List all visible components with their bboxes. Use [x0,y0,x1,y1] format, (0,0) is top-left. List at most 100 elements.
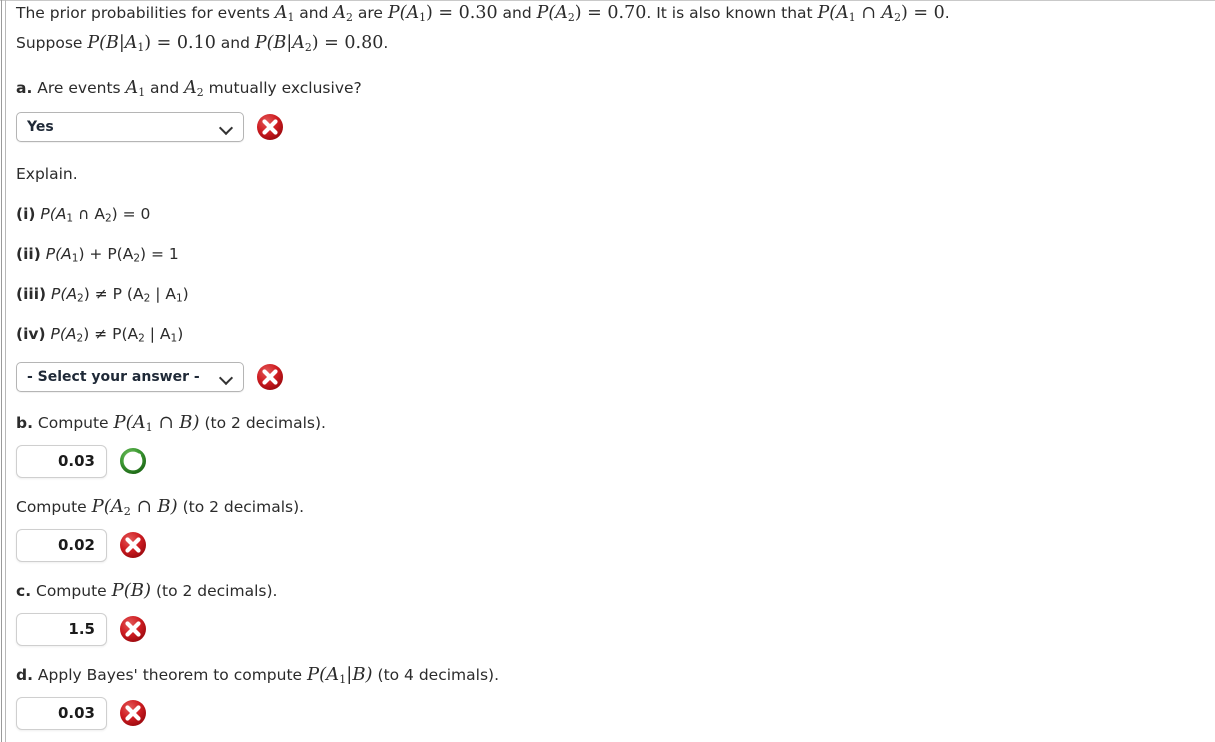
part-a-text: and [145,79,185,97]
math-a2-sub: 2 [346,11,353,25]
math-pba2-sub: 2 [304,41,312,55]
explain-option-i: (i) P(A1 ∩ A2) = 0 [16,204,1206,224]
incorrect-icon [257,114,283,140]
part-d-label: d. [16,666,33,684]
math-pa2-sub: 2 [567,11,575,25]
left-rail-outer [1,0,2,742]
math-expr-sub: 1 [145,421,153,435]
part-c-question: c. Compute P(B) (to 2 decimals). [16,581,1206,601]
problem-statement-line-1: The prior probabilities for events A 1 an… [16,0,1206,28]
stem-text: and [215,34,255,52]
explain-heading: Explain. [16,165,78,183]
explain-answer-row: - Select your answer - [16,360,1206,394]
explain-option-iii: (iii) P(A2) ≠ P (A2 | A1) [16,284,1206,304]
part-b-label: b. [16,414,33,432]
part-b2-text: (to 2 decimals). [177,498,305,516]
part-a-text: Are events [32,79,126,97]
math-inter-value: ) = 0 [901,3,945,23]
option-math-mid: ) ≠ P(A [83,325,139,343]
part-b2-answer-row [16,528,1206,562]
part-b-question: b. Compute P(A1 ∩ B) (to 2 decimals). [16,412,1206,435]
math-pa2: P(A [536,3,568,23]
option-math-tail: | A [150,285,176,303]
option-math-mid: ) + P(A [78,245,134,263]
part-b2-question: Compute P(A2 ∩ B) (to 2 decimals). [16,496,1206,519]
math-expr-tail: ∩ B) [152,412,200,433]
math-pa1: P(A [387,3,420,23]
stem-text: . [944,4,950,22]
part-a-select[interactable]: Yes [16,112,244,142]
math-a2: A [333,3,347,23]
problem-page: The prior probabilities for events A 1 an… [0,0,1215,742]
option-math-mid: ) ≠ P (A [83,285,144,303]
math-a2-sub: 2 [196,86,204,100]
incorrect-icon [257,364,283,390]
incorrect-icon [120,616,146,642]
math-inter-sub2: 2 [894,11,902,25]
correct-icon [120,448,146,474]
option-math: P(A [51,285,78,303]
part-a-label: a. [16,79,33,97]
part-c-label: c. [16,582,32,600]
math-pba1: P(B|A [87,33,138,53]
math-pba2-value: ) = 0.80 [311,33,384,53]
math-expr-tail: ∩ B) [130,496,178,517]
explain-option-iv: (iv) P(A2) ≠ P(A2 | A1) [16,324,1206,344]
part-c-text: Compute [31,582,112,600]
part-b-text: Compute [32,414,114,432]
chevron-down-icon [220,371,233,384]
problem-statement-line-2: Suppose P(B|A1) = 0.10 and P(B|A2) = 0.8… [16,28,1206,58]
math-expr: P(A [307,664,340,685]
math-expr: P(B) [111,580,152,601]
part-c-answer-input[interactable] [16,612,107,646]
option-math: P(A [45,245,72,263]
stem-text: Suppose [16,34,88,52]
left-rail-inner [5,0,6,742]
part-b-text: (to 2 decimals). [199,414,326,432]
math-pa1-sub: 1 [419,11,427,25]
option-sub-2: 2 [138,332,145,345]
explain-option-ii: (ii) P(A1) + P(A2) = 1 [16,244,1206,264]
math-pba2: P(B|A [254,33,305,53]
option-math-tail: ) = 1 [140,245,179,263]
explain-select[interactable]: - Select your answer - [16,362,244,392]
option-tag: (i) [16,205,36,223]
option-math-close: ) [177,325,184,343]
part-b2-answer-input[interactable] [16,528,107,562]
math-pa2-value: ) = 0.70 [574,3,647,23]
part-d-answer-input[interactable] [16,696,107,730]
stem-text: and [497,4,537,22]
math-expr: P(A [91,496,124,517]
chevron-down-icon [220,121,233,134]
math-a2: A [184,78,197,98]
stem-text: The prior probabilities for events [16,4,275,22]
option-sub-1: 2 [77,292,84,305]
incorrect-icon [120,700,146,726]
option-math: P(A [50,325,77,343]
part-a-text: mutually exclusive? [203,79,362,97]
part-d-text: Apply Bayes' theorem to compute [32,666,308,684]
option-sub-3: 1 [175,292,183,305]
problem-content: The prior probabilities for events A 1 an… [16,0,1206,730]
math-pa1-value: ) = 0.30 [426,3,498,23]
part-d-answer-row [16,696,1206,730]
math-a1: A [125,78,139,98]
stem-text: are [352,4,388,22]
part-d-question: d. Apply Bayes' theorem to compute P(A1|… [16,664,1206,686]
option-tag: (ii) [16,245,41,263]
explain-select-value: - Select your answer - [27,369,200,385]
incorrect-icon [120,532,146,558]
option-math-close: ) [182,285,189,303]
math-expr: P(A [113,412,146,433]
part-b2-text: Compute [16,498,92,516]
part-d-text: (to 4 decimals). [372,666,500,684]
part-b-answer-input[interactable] [16,444,107,478]
math-inter-mid: ∩ A [855,3,895,23]
option-math: P(A [40,205,67,223]
math-expr-sub: 2 [123,505,131,519]
option-math-mid: ∩ A [73,205,105,223]
option-sub-2: 2 [104,212,112,225]
option-tag: (iv) [16,325,46,343]
math-expr-tail: |B) [346,664,373,685]
part-b-answer-row [16,444,1206,478]
